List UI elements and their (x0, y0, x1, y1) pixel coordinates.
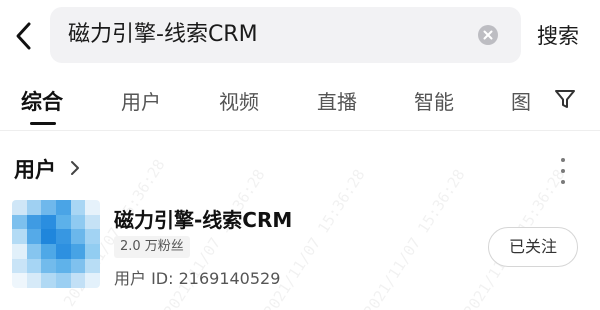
tab-users[interactable]: 用户 (121, 86, 161, 115)
chevron-left-icon (16, 22, 31, 50)
tab-smart[interactable]: 智能 (414, 86, 454, 115)
filter-button[interactable] (553, 87, 577, 111)
user-id: 用户 ID: 2169140529 (114, 269, 281, 288)
filter-icon (555, 90, 575, 108)
active-tab-indicator (30, 122, 56, 125)
search-results-page: 2021/11/07 15:36:28 2021/11/07 15:36:28 … (0, 0, 600, 310)
search-button[interactable]: 搜索 (537, 0, 579, 72)
more-vertical-icon (561, 158, 565, 162)
clear-icon (483, 30, 493, 40)
search-header: 磁力引擎-线索CRM 搜索 (0, 0, 600, 72)
avatar[interactable] (12, 200, 100, 288)
section-title-users[interactable]: 用户 (14, 154, 56, 184)
clear-search-button[interactable] (478, 25, 498, 45)
search-input[interactable]: 磁力引擎-线索CRM (50, 7, 521, 63)
category-tabs: 综合 用户 视频 直播 智能 图 (0, 72, 600, 131)
tab-videos[interactable]: 视频 (219, 86, 259, 115)
chevron-right-icon[interactable] (68, 160, 82, 176)
tab-all[interactable]: 综合 (21, 86, 63, 116)
more-options-button[interactable] (556, 158, 570, 184)
back-button[interactable] (10, 20, 38, 52)
fans-badge: 2.0 万粉丝 (114, 236, 190, 258)
follow-button[interactable]: 已关注 (488, 227, 578, 267)
search-query-text: 磁力引擎-线索CRM (68, 22, 258, 47)
tab-live[interactable]: 直播 (317, 86, 357, 115)
user-name[interactable]: 磁力引擎-线索CRM (114, 204, 292, 233)
tab-images[interactable]: 图 (511, 86, 531, 115)
